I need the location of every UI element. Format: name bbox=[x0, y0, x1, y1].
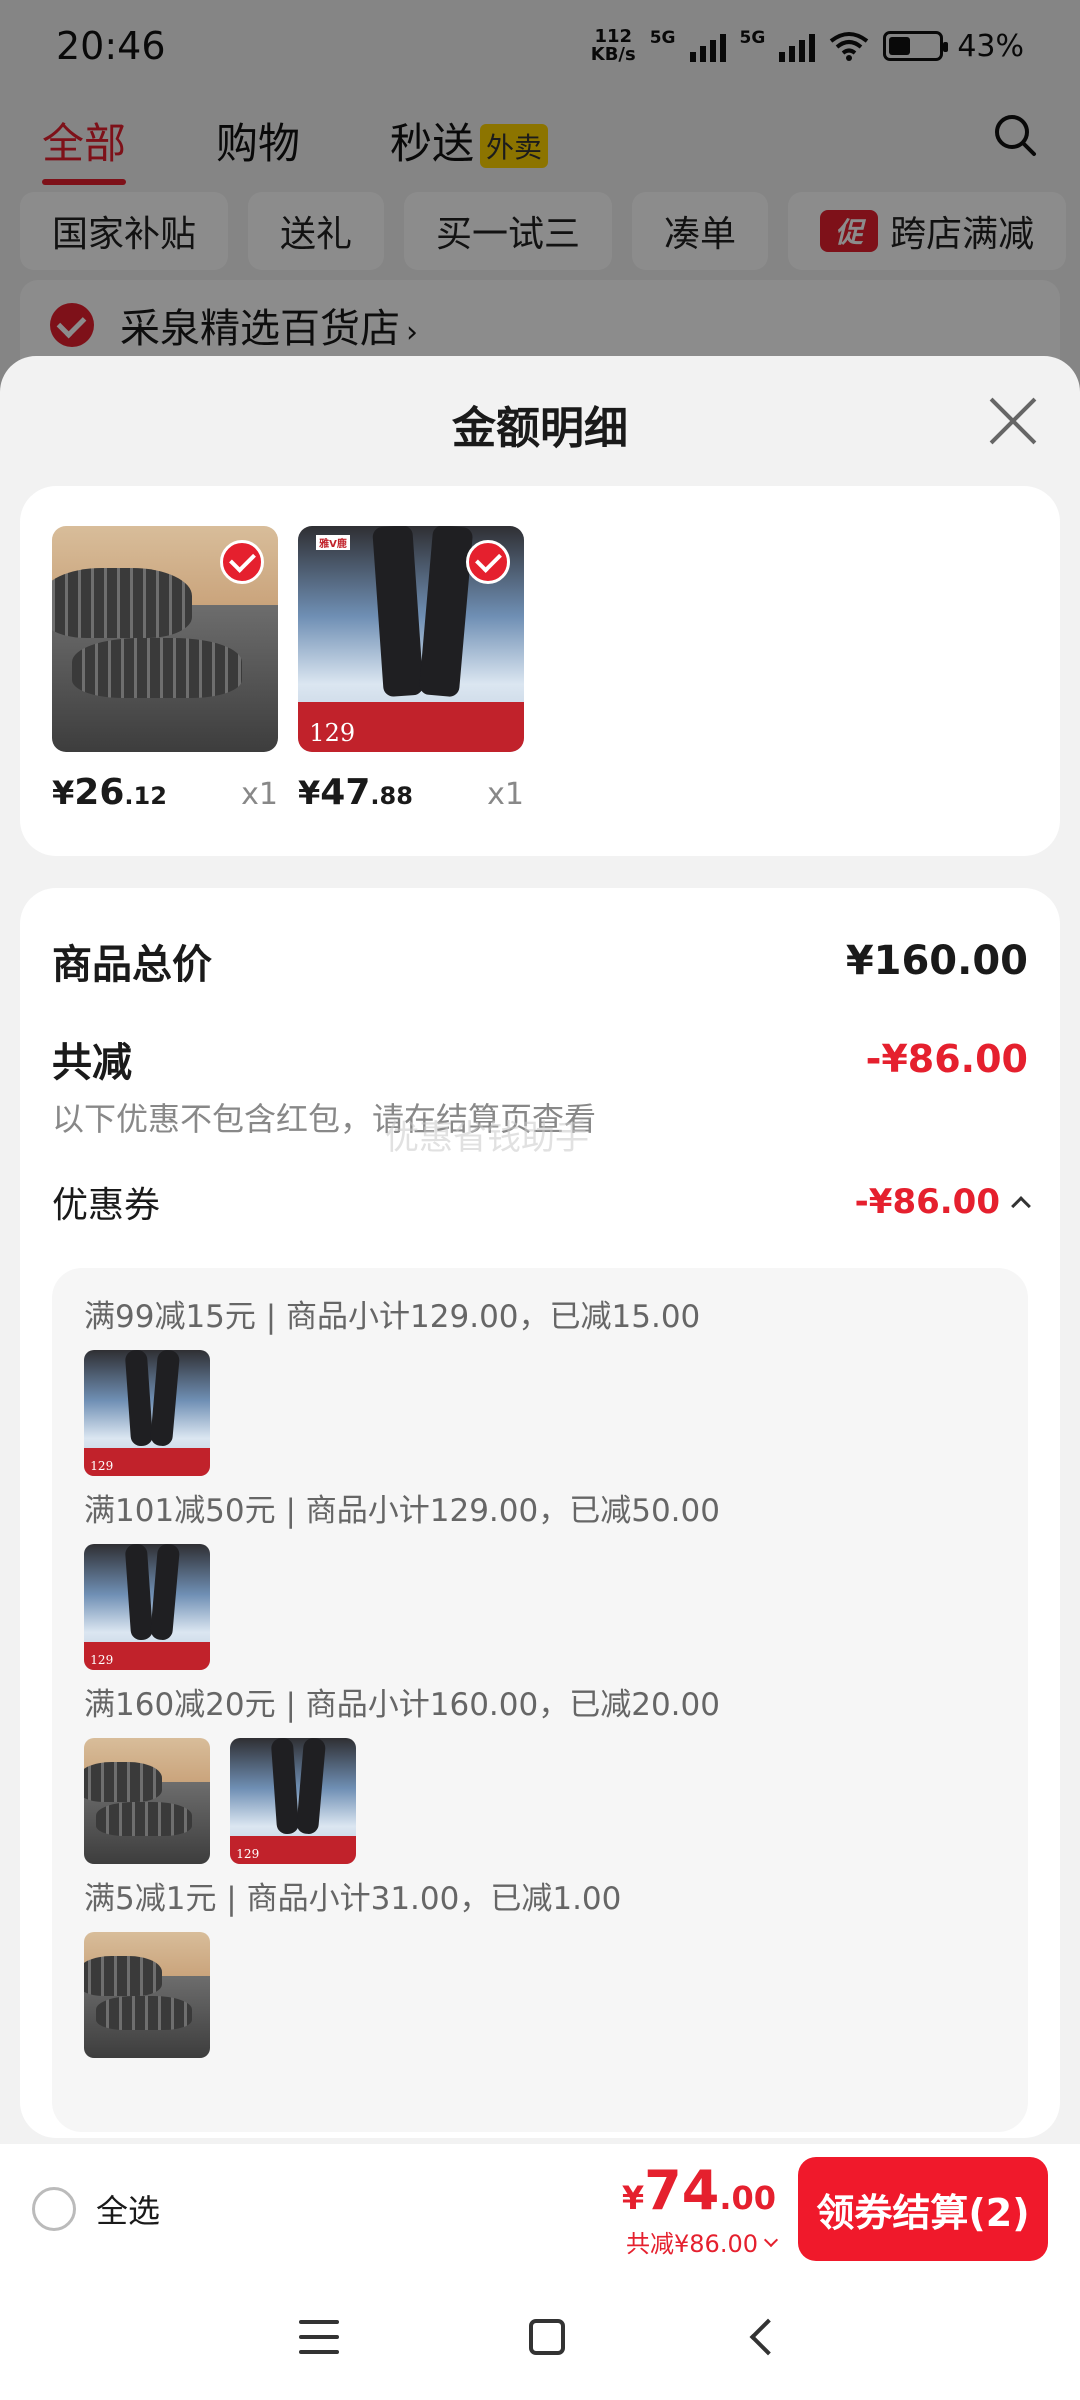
coupon-rule-text: 满160减20元 | 商品小计160.00，已减20.00 bbox=[84, 1687, 720, 1723]
chevron-up-icon[interactable] bbox=[1011, 1196, 1031, 1216]
amount-details-sheet: 金额明细 ¥ 26 .12 x1 雅V鹿 129 ¥ 47 .88 x1 商品总… bbox=[0, 356, 1080, 2400]
total-reduction-value: -¥86.00 bbox=[865, 1037, 1028, 1081]
thumb-pants: 129 bbox=[84, 1544, 210, 1670]
product-qty: x1 bbox=[241, 777, 278, 812]
thumb-pillowcase bbox=[84, 1738, 210, 1864]
select-all-radio[interactable] bbox=[32, 2187, 76, 2231]
close-icon[interactable] bbox=[986, 394, 1040, 448]
thumb-pillowcase bbox=[84, 1932, 210, 2058]
total-reduction-row: 共减 -¥86.00 bbox=[52, 1037, 1028, 1086]
coupon-rule-text: 满5减1元 | 商品小计31.00，已减1.00 bbox=[84, 1881, 622, 1917]
thumb-pants: 129 bbox=[84, 1350, 210, 1476]
product-check-icon[interactable] bbox=[220, 540, 264, 584]
coupon-rule-products: 129 bbox=[84, 1350, 996, 1476]
system-nav-bar bbox=[0, 2274, 1080, 2400]
total-price-value: ¥160.00 bbox=[845, 938, 1028, 984]
menu-icon[interactable] bbox=[299, 2320, 339, 2354]
thumb-pants: 129 bbox=[230, 1738, 356, 1864]
coupon-rule-products bbox=[84, 1932, 996, 2058]
coupon-value: -¥86.00 bbox=[854, 1182, 1000, 1222]
product-item[interactable]: ¥ 26 .12 x1 bbox=[52, 526, 278, 813]
coupon-rule-text: 满99减15元 | 商品小计129.00，已减15.00 bbox=[84, 1299, 701, 1335]
product-check-icon[interactable] bbox=[466, 540, 510, 584]
watermark: 优惠省钱助手 bbox=[385, 1118, 589, 1158]
checkout-button[interactable]: 领券结算(2) bbox=[798, 2157, 1048, 2261]
checkout-bar: 全选 ¥ 74 .00 共减¥86.00 领券结算(2) bbox=[0, 2144, 1080, 2274]
thumb-tag-price: 129 bbox=[90, 1459, 114, 1474]
coupon-rule-products: 129 bbox=[84, 1544, 996, 1670]
home-icon[interactable] bbox=[529, 2319, 565, 2355]
total-price-row: 商品总价 ¥160.00 bbox=[52, 938, 1028, 988]
coupon-row[interactable]: 优惠券 -¥86.00 bbox=[52, 1176, 1031, 1228]
coupon-rule-text: 满101减50元 | 商品小计129.00，已减50.00 bbox=[84, 1493, 720, 1529]
back-icon[interactable] bbox=[749, 2318, 787, 2356]
final-price: ¥ 74 .00 bbox=[621, 2159, 776, 2222]
product-item[interactable]: 雅V鹿 129 ¥ 47 .88 x1 bbox=[298, 526, 524, 813]
select-all-label[interactable]: 全选 bbox=[96, 2186, 160, 2232]
total-block[interactable]: ¥ 74 .00 共减¥86.00 bbox=[621, 2159, 779, 2259]
product-price: ¥ 26 .12 x1 bbox=[52, 772, 278, 813]
product-image-pillowcase bbox=[52, 526, 278, 752]
price-detail-card: 商品总价 ¥160.00 共减 -¥86.00 以下优惠不包含红包，请在结算页查… bbox=[20, 888, 1060, 2138]
total-savings: 共减¥86.00 bbox=[622, 2224, 779, 2259]
product-qty: x1 bbox=[487, 777, 524, 812]
products-card: ¥ 26 .12 x1 雅V鹿 129 ¥ 47 .88 x1 bbox=[20, 486, 1060, 856]
thumb-tag-price: 129 bbox=[90, 1653, 114, 1668]
chevron-down-icon bbox=[763, 2232, 779, 2247]
sheet-title: 金额明细 bbox=[452, 403, 628, 454]
coupon-rule-products: 129 bbox=[84, 1738, 996, 1864]
product-price: ¥ 47 .88 x1 bbox=[298, 772, 524, 813]
thumb-tag-price: 129 bbox=[236, 1847, 260, 1862]
coupon-breakdown: 满99减15元 | 商品小计129.00，已减15.00 129 满101减50元 … bbox=[52, 1268, 1028, 2132]
product-image-pants: 雅V鹿 129 bbox=[298, 526, 524, 752]
